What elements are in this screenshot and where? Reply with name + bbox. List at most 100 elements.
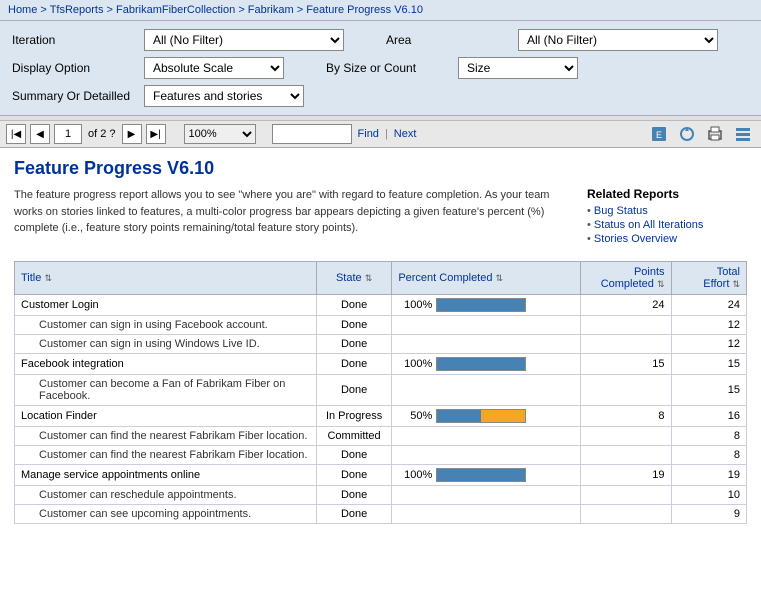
filter-area: Iteration All (No Filter) Area All (No F… <box>0 21 761 116</box>
cell-percent <box>392 486 581 505</box>
zoom-select[interactable]: 100% 75% 50% 150% <box>184 124 256 144</box>
refresh-button[interactable] <box>675 124 699 144</box>
by-size-select[interactable]: Size <box>458 57 578 79</box>
cell-state: Done <box>316 446 391 465</box>
cell-state: Done <box>316 354 391 375</box>
col-points[interactable]: PointsCompleted ⇅ <box>580 262 671 295</box>
nav-last-button[interactable]: ▶| <box>146 124 166 144</box>
search-input[interactable] <box>272 124 352 144</box>
cell-state: Done <box>316 505 391 524</box>
breadcrumb-home[interactable]: Home <box>8 4 37 16</box>
cell-title: Customer can find the nearest Fabrikam F… <box>15 446 317 465</box>
cell-points <box>580 335 671 354</box>
report-section: The feature progress report allows you t… <box>14 187 747 247</box>
table-row: Customer LoginDone100%2424 <box>15 295 747 316</box>
filter-row-2: Display Option Absolute Scale By Size or… <box>12 57 749 79</box>
cell-effort: 16 <box>671 406 746 427</box>
breadcrumb-fabrikam[interactable]: Fabrikam <box>248 4 294 16</box>
effort-sort-icon: ⇅ <box>732 279 740 289</box>
cell-title: Customer can become a Fan of Fabrikam Fi… <box>15 375 317 406</box>
iteration-select[interactable]: All (No Filter) <box>144 29 344 51</box>
cell-effort: 15 <box>671 375 746 406</box>
toolbar: |◀ ◀ of 2 ? ▶ ▶| 100% 75% 50% 150% Find … <box>0 121 761 148</box>
cell-state: Done <box>316 486 391 505</box>
cell-effort: 19 <box>671 465 746 486</box>
related-link-stories-overview[interactable]: Stories Overview <box>587 233 747 245</box>
related-reports-list: Bug Status Status on All Iterations Stor… <box>587 205 747 245</box>
breadcrumb-current: Feature Progress V6.10 <box>306 4 423 16</box>
title-sort-icon: ⇅ <box>44 273 52 283</box>
iteration-label: Iteration <box>12 33 132 47</box>
summary-select[interactable]: Features and stories <box>144 85 304 107</box>
by-size-label: By Size or Count <box>326 61 446 75</box>
display-option-label: Display Option <box>12 61 132 75</box>
area-label: Area <box>386 33 506 47</box>
report-title: Feature Progress V6.10 <box>14 158 747 179</box>
cell-percent: 100% <box>392 465 581 486</box>
col-percent[interactable]: Percent Completed ⇅ <box>392 262 581 295</box>
cell-state: Done <box>316 316 391 335</box>
next-find-button[interactable]: Next <box>392 128 419 140</box>
cell-title: Customer can sign in using Windows Live … <box>15 335 317 354</box>
cell-effort: 9 <box>671 505 746 524</box>
cell-state: Done <box>316 295 391 316</box>
cell-effort: 10 <box>671 486 746 505</box>
cell-effort: 12 <box>671 316 746 335</box>
related-link-bug-status[interactable]: Bug Status <box>587 205 747 217</box>
col-effort[interactable]: TotalEffort ⇅ <box>671 262 746 295</box>
col-title[interactable]: Title ⇅ <box>15 262 317 295</box>
breadcrumb-tfsreports[interactable]: TfsReports <box>50 4 104 16</box>
find-button[interactable]: Find <box>356 128 381 140</box>
nav-next-button[interactable]: ▶ <box>122 124 142 144</box>
table-row: Customer can find the nearest Fabrikam F… <box>15 427 747 446</box>
cell-percent: 100% <box>392 354 581 375</box>
table-row: Location FinderIn Progress50%816 <box>15 406 747 427</box>
cell-state: Done <box>316 465 391 486</box>
cell-points <box>580 375 671 406</box>
cell-title: Manage service appointments online <box>15 465 317 486</box>
cell-percent <box>392 375 581 406</box>
table-row: Customer can see upcoming appointments.D… <box>15 505 747 524</box>
cell-points <box>580 316 671 335</box>
related-link-all-iterations[interactable]: Status on All Iterations <box>587 219 747 231</box>
related-reports: Related Reports Bug Status Status on All… <box>587 187 747 247</box>
cell-percent <box>392 316 581 335</box>
breadcrumb-collection[interactable]: FabrikamFiberCollection <box>116 4 235 16</box>
page-input[interactable] <box>54 124 82 144</box>
cell-title: Customer Login <box>15 295 317 316</box>
area-select[interactable]: All (No Filter) <box>518 29 718 51</box>
export-button[interactable]: E <box>647 124 671 144</box>
cell-title: Customer can see upcoming appointments. <box>15 505 317 524</box>
cell-percent <box>392 335 581 354</box>
cell-points <box>580 427 671 446</box>
table-header-row: Title ⇅ State ⇅ Percent Completed ⇅ Poin… <box>15 262 747 295</box>
table-row: Customer can become a Fan of Fabrikam Fi… <box>15 375 747 406</box>
table-row: Customer can reschedule appointments.Don… <box>15 486 747 505</box>
display-option-select[interactable]: Absolute Scale <box>144 57 284 79</box>
nav-prev-button[interactable]: ◀ <box>30 124 50 144</box>
cell-points: 8 <box>580 406 671 427</box>
cell-effort: 8 <box>671 446 746 465</box>
state-sort-icon: ⇅ <box>365 273 373 283</box>
nav-first-button[interactable]: |◀ <box>6 124 26 144</box>
cell-percent: 50% <box>392 406 581 427</box>
filter-row-3: Summary Or Detailled Features and storie… <box>12 85 749 107</box>
layout-button[interactable] <box>731 124 755 144</box>
report-description: The feature progress report allows you t… <box>14 187 571 247</box>
table-row: Manage service appointments onlineDone10… <box>15 465 747 486</box>
breadcrumb: Home > TfsReports > FabrikamFiberCollect… <box>0 0 761 21</box>
cell-title: Customer can find the nearest Fabrikam F… <box>15 427 317 446</box>
cell-points: 24 <box>580 295 671 316</box>
print-button[interactable] <box>703 124 727 144</box>
table-body: Customer LoginDone100%2424Customer can s… <box>15 295 747 524</box>
cell-points <box>580 505 671 524</box>
cell-title: Customer can sign in using Facebook acco… <box>15 316 317 335</box>
cell-title: Facebook integration <box>15 354 317 375</box>
percent-sort-icon: ⇅ <box>496 273 504 283</box>
col-state[interactable]: State ⇅ <box>316 262 391 295</box>
points-sort-icon: ⇅ <box>657 279 665 289</box>
cell-state: In Progress <box>316 406 391 427</box>
cell-effort: 8 <box>671 427 746 446</box>
cell-state: Committed <box>316 427 391 446</box>
page-total: of 2 ? <box>88 128 116 140</box>
